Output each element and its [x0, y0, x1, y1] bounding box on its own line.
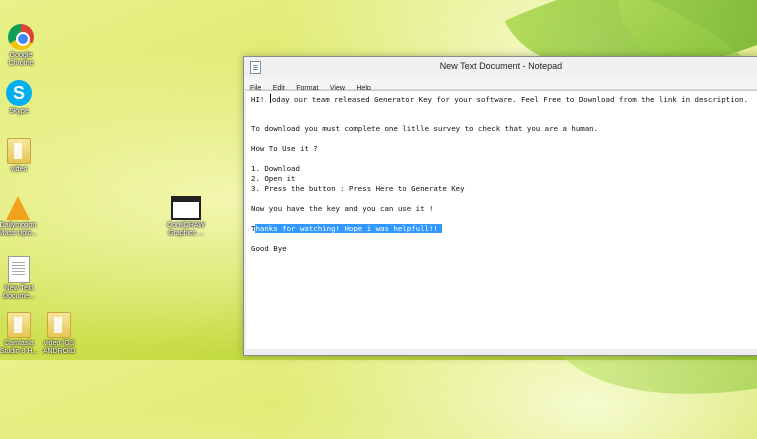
text-line: To download you must complete one litlle…: [251, 124, 599, 133]
selected-text: hanks for watching! Hope i was helpfull!…: [255, 224, 443, 233]
desktop-icon-label: Skype: [9, 108, 29, 115]
desktop-icon-label: New Text Docume...: [3, 285, 35, 300]
skype-icon: S: [6, 80, 32, 106]
text-line: Now you have the key and you can use it …: [251, 204, 434, 213]
dailymotion-uploader-icon: [6, 196, 30, 220]
text-document-icon: [8, 256, 30, 283]
text-line: 1. Download: [251, 164, 300, 173]
menu-bar: File Edit Format View Help: [244, 77, 757, 92]
text-cursor: [269, 94, 271, 103]
folder-icon: [47, 312, 71, 338]
desktop-icon-camtasia[interactable]: Camtasia Studio 8 H...: [0, 312, 40, 356]
desktop-icon-label: CorelDRAW Graphics ...: [167, 222, 205, 237]
text-segment: HI!: [251, 95, 269, 104]
notepad-window[interactable]: New Text Document - Notepad File Edit Fo…: [243, 56, 757, 356]
desktop-icon-video[interactable]: video: [0, 138, 40, 174]
desktop-icon-label: video IOS ANDROID: [42, 340, 76, 355]
text-line: Thanks for watching! Hope i was helpfull…: [246, 224, 757, 234]
desktop-icon-label: Dailymotion Mass Uplo...: [0, 222, 38, 237]
text-line: 3. Press the button : Press Here to Gene…: [251, 184, 465, 193]
text-segment: oday our team released Generator Key for…: [271, 95, 748, 104]
window-title: New Text Document - Notepad: [439, 61, 563, 71]
chrome-icon: [8, 24, 34, 50]
title-bar[interactable]: New Text Document - Notepad: [244, 57, 757, 77]
folder-icon: [7, 312, 31, 338]
text-line: 2. Open it: [251, 174, 296, 183]
desktop-icon-dailymotion[interactable]: Dailymotion Mass Uplo...: [0, 196, 39, 238]
text-editor[interactable]: HI! oday our team released Generator Key…: [246, 90, 757, 349]
desktop-icon-label: Google Chrome: [8, 52, 34, 67]
text-line: How To Use it ?: [251, 144, 318, 153]
desktop-icon-label: video: [10, 166, 28, 173]
application-icon: [171, 196, 201, 220]
text-line: Good Bye: [251, 244, 287, 253]
desktop-icon-skype[interactable]: S Skype: [0, 80, 40, 116]
folder-icon: [7, 138, 31, 164]
desktop-icon-label: Camtasia Studio 8 H...: [0, 340, 39, 355]
desktop-icon-coreldraw[interactable]: CorelDRAW Graphics ...: [165, 196, 207, 238]
desktop-icon-video-ios-android[interactable]: video IOS ANDROID: [38, 312, 80, 356]
desktop-icon-new-text-document[interactable]: New Text Docume...: [0, 256, 40, 301]
text-line: HI! oday our team released Generator Key…: [246, 94, 757, 104]
desktop-icon-google-chrome[interactable]: Google Chrome: [0, 24, 42, 68]
